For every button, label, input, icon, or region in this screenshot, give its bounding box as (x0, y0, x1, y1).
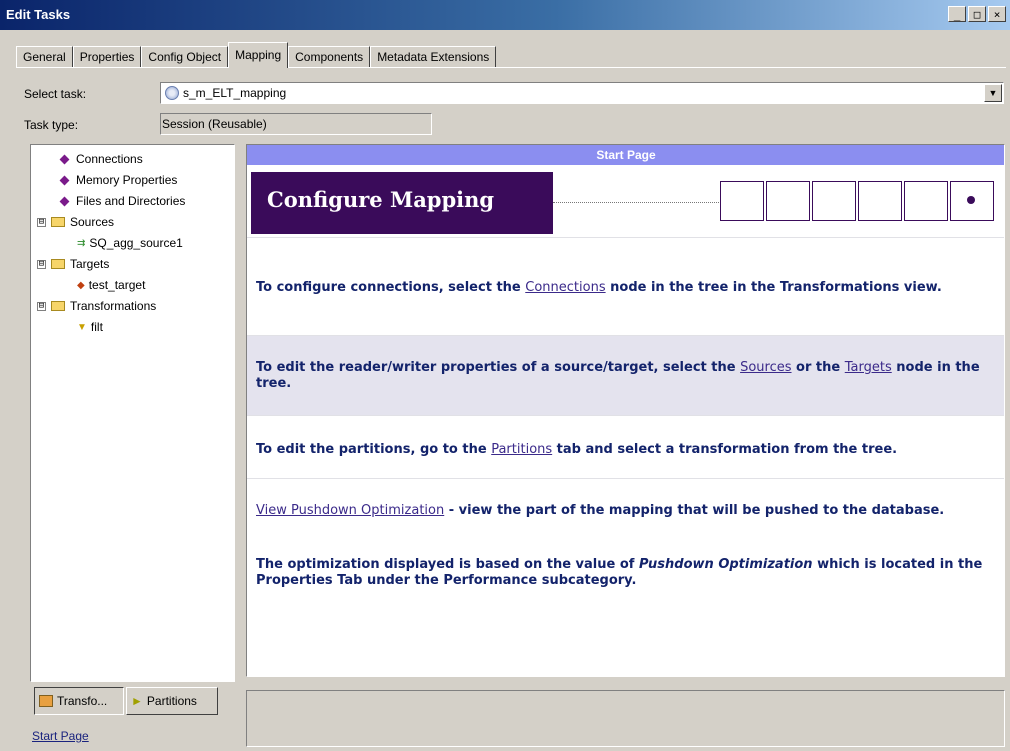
tree-item-label: Transformations (70, 299, 157, 313)
target-icon: ◆ (77, 279, 85, 291)
current-step-dot (967, 196, 975, 204)
tree-item-test-target[interactable]: ◆ test_target (77, 278, 145, 292)
maximize-button[interactable]: □ (968, 6, 986, 22)
tree-item-label: Connections (76, 152, 143, 166)
wizard-step-current (950, 181, 994, 221)
tab-metadata-extensions[interactable]: Metadata Extensions (370, 46, 497, 68)
start-page-header: Start Page (247, 145, 1004, 165)
tree-item-files-and-directories[interactable]: Files and Directories (59, 194, 186, 208)
collapse-icon[interactable]: ⊟ (37, 217, 46, 227)
filter-icon: ▼ (77, 321, 87, 333)
view-tabs: Transfo... ► Partitions (34, 684, 234, 718)
wizard-steps (720, 181, 996, 221)
title-bar: Edit Tasks _ □ × (0, 0, 1010, 30)
tab-components[interactable]: Components (288, 46, 371, 68)
task-type-field: Session (Reusable) (160, 113, 432, 135)
collapse-icon[interactable]: ⊟ (37, 301, 46, 311)
text: tab and select a transformation from the… (552, 442, 898, 457)
tab-strip: General Properties Config Object Mapping… (16, 42, 497, 68)
start-page-link[interactable]: Start Page (32, 729, 89, 743)
wizard-step (904, 181, 948, 221)
sources-link[interactable]: Sources (740, 360, 791, 375)
tab-label: Transfo... (57, 694, 108, 708)
tree-item-label: Memory Properties (76, 173, 178, 187)
section-connections: To configure connections, select the Con… (247, 237, 1004, 335)
partition-arrow-icon: ► (131, 694, 143, 708)
pushdown-help: View Pushdown Optimization - view the pa… (256, 503, 995, 519)
minimize-button[interactable]: _ (948, 6, 966, 22)
tab-panel-border (16, 67, 1006, 68)
tree-item-connections[interactable]: Connections (59, 152, 143, 166)
sql-source-icon: ⇉ (77, 237, 86, 249)
folder-icon (51, 301, 65, 311)
tree-item-source-qualifier[interactable]: ⇉ SQ_agg_source1 (77, 236, 183, 250)
targets-link[interactable]: Targets (845, 360, 892, 375)
wizard-step (766, 181, 810, 221)
tree-item-label: test_target (88, 278, 146, 292)
tab-config-object[interactable]: Config Object (141, 46, 229, 68)
diamond-icon (59, 196, 70, 206)
connections-help: To configure connections, select the Con… (256, 280, 995, 296)
detail-panel (246, 690, 1005, 747)
folder-icon (51, 217, 65, 227)
tree-item-sources[interactable]: ⊟ Sources (37, 215, 114, 229)
tree-item-transformations[interactable]: ⊟ Transformations (37, 299, 156, 313)
tab-label: Partitions (146, 694, 197, 708)
text: node in the tree in the Transformations … (605, 280, 942, 295)
session-icon (165, 86, 179, 100)
tree-item-label: Targets (70, 257, 110, 271)
text: or the (791, 360, 845, 375)
folder-icon (51, 259, 65, 269)
view-pushdown-link[interactable]: View Pushdown Optimization (256, 503, 444, 518)
tab-properties[interactable]: Properties (72, 46, 142, 68)
task-type-label: Task type: (24, 118, 79, 132)
tab-partitions-view[interactable]: ► Partitions (126, 687, 218, 715)
tree-item-label: filt (90, 320, 103, 334)
banner-title: Configure Mapping (267, 187, 495, 212)
section-reader-writer: To edit the reader/writer properties of … (247, 335, 1004, 415)
reader-writer-help: To edit the reader/writer properties of … (256, 360, 995, 392)
tab-transformations-view[interactable]: Transfo... (34, 687, 124, 715)
collapse-icon[interactable]: ⊟ (37, 259, 46, 269)
partitions-link[interactable]: Partitions (491, 442, 552, 457)
text: The optimization displayed is based on t… (256, 557, 639, 572)
text: To configure connections, select the (256, 280, 526, 295)
tab-mapping[interactable]: Mapping (228, 42, 289, 68)
diamond-icon (59, 154, 70, 164)
text: To edit the reader/writer properties of … (256, 360, 741, 375)
select-task-value: s_m_ELT_mapping (183, 86, 287, 100)
wizard-step (858, 181, 902, 221)
chevron-down-icon[interactable]: ▼ (984, 84, 1002, 102)
wizard-step (720, 181, 764, 221)
close-button[interactable]: × (988, 6, 1006, 22)
configure-mapping-banner: Configure Mapping (251, 172, 553, 234)
step-connector (553, 202, 719, 203)
tree-item-targets[interactable]: ⊟ Targets (37, 257, 109, 271)
pushdown-term: Pushdown Optimization (638, 557, 813, 572)
text: - view the part of the mapping that will… (444, 503, 945, 518)
connections-link[interactable]: Connections (525, 280, 605, 295)
tree-item-label: SQ_agg_source1 (89, 236, 183, 250)
start-page-panel: Start Page Configure Mapping To configur… (246, 144, 1005, 677)
tree-item-label: Sources (70, 215, 115, 229)
tree-item-label: Files and Directories (76, 194, 186, 208)
partitions-help: To edit the partitions, go to the Partit… (256, 442, 995, 458)
select-task-label: Select task: (24, 87, 87, 101)
pushdown-note: The optimization displayed is based on t… (256, 557, 995, 589)
transformation-icon (39, 695, 53, 707)
tree-item-filt[interactable]: ▼ filt (77, 320, 103, 334)
section-pushdown: View Pushdown Optimization - view the pa… (247, 478, 1004, 676)
wizard-step (812, 181, 856, 221)
tree-item-memory-properties[interactable]: Memory Properties (59, 173, 178, 187)
navigation-tree: Connections Memory Properties Files and … (30, 144, 235, 682)
tab-general[interactable]: General (16, 46, 73, 68)
select-task-dropdown[interactable]: s_m_ELT_mapping ▼ (160, 82, 1004, 104)
diamond-icon (59, 175, 70, 185)
text: To edit the partitions, go to the (256, 442, 492, 457)
section-partitions: To edit the partitions, go to the Partit… (247, 415, 1004, 478)
window-title: Edit Tasks (6, 7, 71, 22)
